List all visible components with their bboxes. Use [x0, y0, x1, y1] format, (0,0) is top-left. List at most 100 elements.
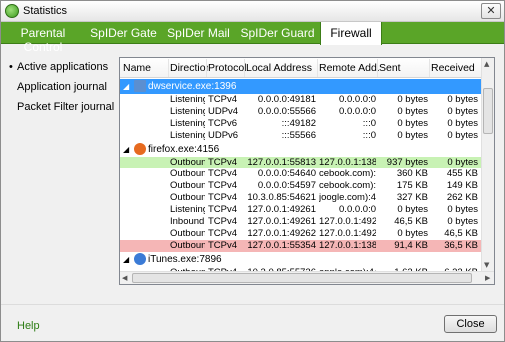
- cell-direction: Outbound: [170, 192, 205, 204]
- cell-remote: joogle.com):443: [319, 192, 376, 204]
- cell-protocol: TCPv4: [208, 227, 238, 239]
- cell-direction: Listening: [170, 117, 205, 129]
- cell-local: 0.0.0.0:54597: [257, 180, 316, 192]
- tab-spider-guard[interactable]: SpIDer Guard: [235, 22, 320, 44]
- process-group-row[interactable]: ◢ firefox.exe:4156: [120, 142, 482, 157]
- cell-received: 46,5 KB: [444, 227, 478, 239]
- column-divider[interactable]: [317, 59, 318, 77]
- cell-sent: 937 bytes: [386, 156, 428, 168]
- cell-received: 36,5 KB: [444, 239, 478, 251]
- cell-remote: 0.0.0.0:0: [339, 94, 376, 105]
- cell-sent: 0 bytes: [397, 227, 428, 239]
- process-name: dwservice.exe:1396: [148, 81, 237, 92]
- window-close-button[interactable]: ✕: [481, 3, 501, 19]
- column-header-protocol[interactable]: Protocol: [208, 62, 246, 74]
- vertical-scrollbar[interactable]: ▲ ▼: [481, 58, 494, 271]
- help-link[interactable]: Help: [17, 320, 40, 332]
- cell-sent: 0 bytes: [397, 94, 428, 105]
- cell-remote: 127.0.0.1:1380: [319, 239, 376, 251]
- horizontal-scroll-thumb[interactable]: [132, 273, 472, 283]
- scroll-left-icon[interactable]: ◀: [122, 274, 127, 282]
- table-body: ◢ dwservice.exe:1396 Listening TCPv4 0.0.0.0…: [120, 79, 482, 284]
- cell-direction: Outbound: [170, 180, 205, 192]
- collapse-triangle-icon[interactable]: ◢: [123, 252, 129, 267]
- column-divider[interactable]: [244, 59, 245, 77]
- table-row[interactable]: Listening TCPv4 127.0.0.1:49261 0.0.0.0:0 0 …: [120, 204, 482, 216]
- cell-received: 455 KB: [446, 168, 478, 180]
- firefox-icon: [134, 142, 146, 155]
- column-header-name[interactable]: Name: [123, 62, 168, 74]
- column-divider[interactable]: [168, 59, 169, 77]
- cell-sent: 175 KB: [396, 180, 428, 192]
- cell-protocol: TCPv6: [208, 117, 238, 129]
- nav-item-application-journal[interactable]: Application journal: [9, 81, 117, 94]
- cell-direction: Outbound: [170, 168, 205, 180]
- cell-sent: 0 bytes: [397, 204, 428, 216]
- horizontal-scrollbar[interactable]: ◀ ▶: [120, 271, 494, 284]
- table-row[interactable]: OutboundTCPv4 127.0.0.1:55813127.0.0.1:13…: [120, 156, 482, 169]
- cell-sent: 327 KB: [396, 192, 428, 204]
- tab-firewall[interactable]: Firewall: [320, 22, 382, 45]
- cell-direction: Listening: [170, 105, 205, 117]
- column-divider[interactable]: [206, 59, 207, 77]
- column-divider[interactable]: [429, 59, 430, 77]
- table-row[interactable]: OutboundTCPv4 127.0.0.1:55354127.0.0.1:13…: [120, 239, 482, 252]
- nav-item-active-applications[interactable]: • Active applications: [9, 61, 117, 74]
- column-header-sent[interactable]: Sent: [379, 62, 431, 74]
- nav-item-packet-filter-journal[interactable]: Packet Filter journal: [9, 101, 117, 114]
- bullet-icon: •: [9, 61, 13, 73]
- title-bar: Statistics ✕: [1, 1, 504, 22]
- collapse-triangle-icon[interactable]: ◢: [123, 142, 129, 157]
- cell-protocol: TCPv4: [208, 239, 238, 251]
- cell-remote: 0.0.0.0:0: [339, 105, 376, 117]
- process-name: firefox.exe:4156: [148, 143, 220, 155]
- cell-protocol: TCPv4: [208, 94, 238, 105]
- drweb-spider-icon: [5, 4, 19, 18]
- cell-local: 0.0.0.0:49181: [257, 94, 316, 105]
- close-button[interactable]: Close: [444, 315, 497, 333]
- cell-sent: 0 bytes: [397, 129, 428, 141]
- column-header-direction[interactable]: Direction: [170, 62, 208, 74]
- tab-spider-mail[interactable]: SpIDer Mail: [162, 22, 235, 44]
- cell-sent: 0 bytes: [397, 105, 428, 117]
- tab-bar: Parental Control SpIDer Gate SpIDer Mail Sp…: [1, 22, 504, 54]
- cell-remote: 127.0.0.1:49261: [319, 227, 376, 239]
- cell-protocol: TCPv4: [208, 192, 238, 204]
- collapse-triangle-icon[interactable]: ◢: [123, 79, 129, 94]
- process-group-row[interactable]: ◢ iTunes.exe:7896: [120, 252, 482, 267]
- table-row[interactable]: Listening UDPv6:::55566:::0 0 bytes 0 bytes: [120, 130, 482, 142]
- window-icon: [134, 80, 146, 92]
- table-row[interactable]: OutboundTCPv4 10.3.0.85:54621joogle.com):…: [120, 192, 482, 204]
- table-row[interactable]: OutboundTCPv4 0.0.0.0:54640cebook.com):80…: [120, 168, 482, 180]
- cell-direction: Inbound: [170, 216, 205, 228]
- table-row[interactable]: Listening UDPv4 0.0.0.0:55566 0.0.0.0:0 0 by…: [120, 106, 482, 118]
- cell-sent: 360 KB: [396, 168, 428, 180]
- footer-divider: [1, 304, 504, 305]
- cell-direction: Listening: [170, 204, 205, 216]
- scroll-up-icon[interactable]: ▲: [484, 60, 489, 68]
- process-group-row[interactable]: ◢ dwservice.exe:1396: [120, 79, 482, 94]
- cell-protocol: TCPv4: [208, 216, 238, 228]
- column-header-remote-add[interactable]: Remote Add...: [319, 62, 379, 74]
- cell-received: 0 bytes: [447, 105, 478, 117]
- table-row[interactable]: Listening TCPv6:::49182:::0 0 bytes 0 bytes: [120, 118, 482, 130]
- tab-spider-gate[interactable]: SpIDer Gate: [85, 22, 162, 44]
- table-row[interactable]: Listening TCPv4 0.0.0.0:49181 0.0.0.0:0 0 by…: [120, 94, 482, 106]
- nav-item-label: Packet Filter journal: [17, 101, 115, 113]
- scroll-right-icon[interactable]: ▶: [485, 274, 490, 282]
- column-header-received[interactable]: Received: [431, 62, 481, 74]
- table-row[interactable]: OutboundTCPv4 0.0.0.0:54597cebook.com):80…: [120, 180, 482, 192]
- table-row[interactable]: OutboundTCPv4 127.0.0.1:49262127.0.0.1:49…: [120, 228, 482, 240]
- scroll-down-icon[interactable]: ▼: [484, 261, 489, 269]
- column-divider[interactable]: [377, 59, 378, 77]
- vertical-scroll-thumb[interactable]: [483, 88, 493, 134]
- cell-local: 127.0.0.1:55813: [247, 156, 316, 168]
- cell-local: :::55566: [281, 129, 316, 141]
- tab-parental-control[interactable]: Parental Control: [1, 22, 85, 54]
- cell-direction: Listening: [170, 94, 205, 105]
- cell-received: 0 bytes: [447, 216, 478, 228]
- table-row[interactable]: InboundTCPv4 127.0.0.1:49261127.0.0.1:492…: [120, 216, 482, 228]
- cell-received: 0 bytes: [447, 117, 478, 129]
- column-header-local-address[interactable]: Local Address: [246, 62, 319, 74]
- nav-item-label: Application journal: [17, 81, 107, 93]
